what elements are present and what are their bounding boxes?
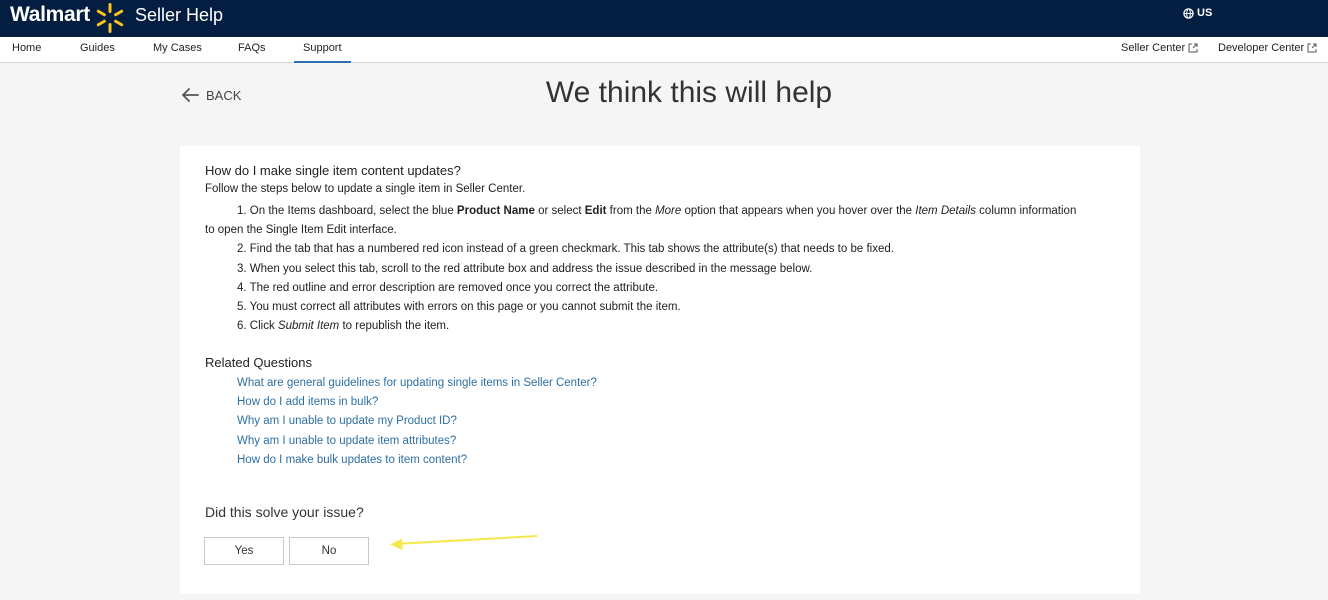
top-header: Walmart Seller Help US: [0, 0, 1328, 37]
related-link[interactable]: Why am I unable to update my Product ID?: [237, 412, 597, 431]
walmart-logo[interactable]: Walmart: [10, 3, 90, 27]
steps-list: 1. On the Items dashboard, select the bl…: [205, 202, 1117, 336]
nav-support[interactable]: Support: [294, 42, 350, 63]
seller-center-link[interactable]: Seller Center: [1121, 42, 1198, 54]
related-link[interactable]: How do I add items in bulk?: [237, 393, 597, 412]
nav-home[interactable]: Home: [12, 42, 41, 54]
nav-faqs[interactable]: FAQs: [238, 42, 266, 54]
related-link[interactable]: Why am I unable to update item attribute…: [237, 432, 597, 451]
related-link[interactable]: What are general guidelines for updating…: [237, 374, 597, 393]
nav-guides[interactable]: Guides: [80, 42, 115, 54]
globe-icon: [1183, 7, 1194, 19]
app-title: Seller Help: [135, 5, 224, 25]
step-3: 3. When you select this tab, scroll to t…: [237, 262, 813, 275]
step-4: 4. The red outline and error description…: [237, 281, 659, 294]
feedback-question: Did this solve your issue?: [205, 504, 364, 520]
question-intro: Follow the steps below to update a singl…: [205, 183, 526, 195]
question-title: How do I make single item content update…: [205, 163, 461, 178]
step-6: 6. Click Submit Item to republish the it…: [237, 320, 450, 333]
step-1: 1. On the Items dashboard, select the bl…: [237, 205, 1077, 217]
region-selector[interactable]: US: [1183, 7, 1212, 19]
step-1-continued: to open the Single Item Edit interface.: [205, 224, 397, 237]
annotation-arrow: [390, 535, 538, 550]
related-questions-title: Related Questions: [205, 355, 312, 370]
step-5: 5. You must correct all attributes with …: [237, 301, 681, 314]
external-link-icon: [1188, 43, 1198, 53]
related-link[interactable]: How do I make bulk updates to item conte…: [237, 451, 597, 470]
external-link-icon: [1307, 43, 1317, 53]
step-2: 2. Find the tab that has a numbered red …: [237, 243, 894, 256]
related-questions-list: What are general guidelines for updating…: [237, 374, 597, 470]
developer-center-link[interactable]: Developer Center: [1218, 42, 1317, 54]
page-title: We think this will help: [545, 76, 833, 109]
seller-center-label: Seller Center: [1121, 42, 1186, 54]
no-button[interactable]: No: [289, 537, 369, 565]
spark-icon: [96, 3, 124, 33]
developer-center-label: Developer Center: [1218, 42, 1305, 54]
region-label: US: [1197, 7, 1213, 19]
main-nav: Home Guides My Cases FAQs Support Seller…: [0, 37, 1328, 63]
answer-card: How do I make single item content update…: [180, 146, 1140, 594]
yes-button[interactable]: Yes: [204, 537, 284, 565]
nav-my-cases[interactable]: My Cases: [153, 42, 202, 54]
